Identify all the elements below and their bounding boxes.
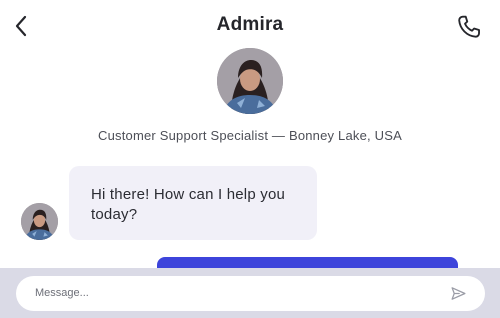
contact-avatar <box>217 48 283 114</box>
send-icon <box>451 287 466 300</box>
sender-photo <box>21 203 58 240</box>
profile-photo <box>217 48 283 114</box>
call-button[interactable] <box>455 13 483 41</box>
contact-subtitle: Customer Support Specialist — Bonney Lak… <box>97 128 402 143</box>
incoming-message-bubble: Hi there! How can I help you today? <box>69 166 317 240</box>
contact-name: Admira <box>216 14 284 35</box>
message-input[interactable]: Message... <box>16 276 485 311</box>
send-button[interactable] <box>450 285 467 302</box>
phone-icon <box>458 15 480 38</box>
chat-header: Admira <box>0 0 500 52</box>
message-sender-avatar <box>21 203 58 240</box>
